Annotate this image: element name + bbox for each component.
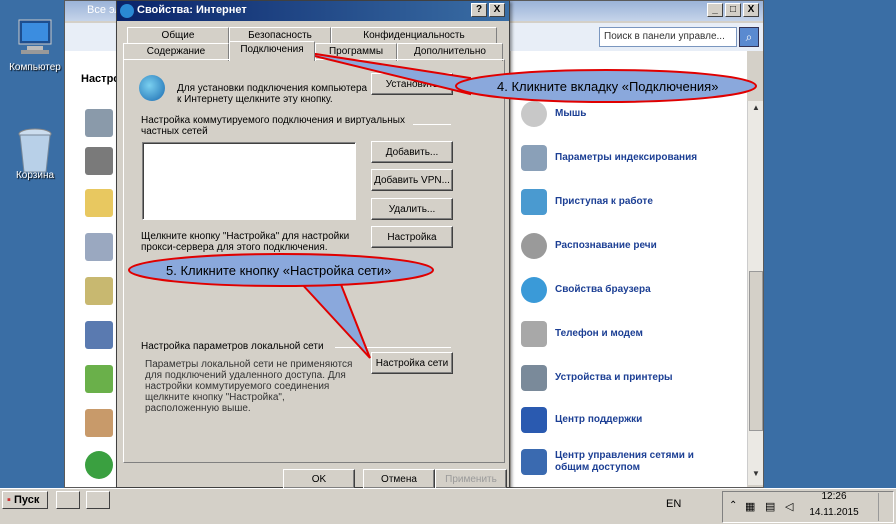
search-icon[interactable]: ⌕	[739, 27, 759, 47]
computer-icon	[13, 18, 57, 58]
microphone-icon	[521, 233, 547, 259]
vertical-scrollbar[interactable]: ▲ ▼	[747, 101, 763, 485]
cp-item-indexing[interactable]: Параметры индексирования	[521, 145, 697, 171]
connections-list[interactable]	[142, 142, 356, 220]
indexing-icon	[521, 145, 547, 171]
flag-icon	[521, 407, 547, 433]
clock[interactable]: 12:26 14.11.2015	[800, 491, 868, 519]
lan-text-1: Параметры локальной сети не применяются	[145, 359, 353, 370]
help-button[interactable]: ?	[471, 3, 487, 17]
taskbar-app-internet-properties[interactable]	[86, 491, 110, 509]
desktop-label-recycle: Корзина	[15, 170, 55, 181]
network-label-1: Центр управления сетями и	[555, 450, 694, 461]
lan-group-line	[335, 347, 451, 348]
callout-5-text: 5. Кликните кнопку «Настройка сети»	[166, 263, 392, 278]
add-button[interactable]: Добавить...	[371, 141, 453, 163]
dialog-close-button[interactable]: X	[489, 3, 505, 17]
dialup-label-2: частных сетей	[141, 126, 208, 137]
lan-settings-button[interactable]: Настройка сети	[371, 352, 453, 374]
lan-text-3: настройки коммутируемого соединения	[145, 381, 330, 392]
globe-icon	[521, 277, 547, 303]
folder-icon[interactable]	[85, 189, 113, 217]
delete-button[interactable]: Удалить...	[371, 198, 453, 220]
setup-text-2: к Интернету щелкните эту кнопку.	[177, 94, 333, 105]
left-pane-label: Настро	[81, 73, 121, 85]
admin-tools-icon[interactable]	[85, 233, 113, 261]
color-icon[interactable]	[85, 365, 113, 393]
desktop-icon-computer[interactable]: Компьютер	[0, 18, 70, 73]
minimize-button[interactable]: _	[707, 3, 723, 17]
scroll-thumb[interactable]	[749, 271, 763, 431]
ok-button[interactable]: OK	[283, 469, 355, 489]
server-icon[interactable]	[85, 147, 113, 175]
maximize-button[interactable]: □	[725, 3, 741, 17]
tab-connections[interactable]: Подключения	[229, 41, 315, 61]
lan-text-2: для подключений удаленного доступа. Для	[145, 370, 346, 381]
show-desktop-button[interactable]	[878, 493, 892, 521]
lan-text-5: расположенную выше.	[145, 403, 251, 414]
apply-button: Применить	[435, 469, 507, 489]
users-icon[interactable]	[85, 409, 113, 437]
cp-item-network[interactable]: Центр управления сетями и общим доступом	[521, 449, 694, 475]
clock-time: 12:26	[821, 491, 847, 502]
internet-properties-dialog: Свойства: Интернет ? X Общие Безопасност…	[116, 0, 510, 489]
setup-text-1: Для установки подключения компьютера	[177, 83, 368, 94]
proxy-text-2: прокси-сервера для этого подключения.	[141, 242, 328, 253]
lan-group-label: Настройка параметров локальной сети	[141, 341, 324, 352]
cp-item-phone[interactable]: Телефон и модем	[521, 321, 643, 347]
dialog-title: Свойства: Интернет	[137, 4, 247, 16]
start-button[interactable]: ▪ Пуск	[2, 491, 48, 509]
getting-started-icon	[521, 189, 547, 215]
keyboard-icon[interactable]	[85, 109, 113, 137]
cp-item-speech[interactable]: Распознавание речи	[521, 233, 657, 259]
proxy-text-1: Щелкните кнопку "Настройка" для настройк…	[141, 231, 350, 242]
items-pane: Мышь Параметры индексирования Приступая …	[511, 51, 747, 487]
programs-icon[interactable]	[85, 277, 113, 305]
dialog-titlebar: Свойства: Интернет ? X	[117, 1, 509, 21]
desktop-label-computer: Компьютер	[9, 62, 61, 73]
settings-button[interactable]: Настройка	[371, 226, 453, 248]
language-indicator[interactable]: EN	[666, 498, 681, 510]
cancel-button[interactable]: Отмена	[363, 469, 435, 489]
close-button[interactable]: X	[743, 3, 759, 17]
scroll-down-icon[interactable]: ▼	[750, 469, 762, 481]
cp-item-devices[interactable]: Устройства и принтеры	[521, 365, 673, 391]
cp-item-browser[interactable]: Свойства браузера	[521, 277, 651, 303]
recycle-bin-icon	[13, 126, 57, 173]
internet-icon	[120, 4, 134, 18]
cp-item-mouse[interactable]: Мышь	[521, 101, 586, 127]
action-center-icon[interactable]: ▦	[745, 500, 755, 513]
connection-wizard-icon	[139, 75, 165, 101]
desktop-icon-recycle[interactable]: Корзина	[0, 126, 70, 181]
lan-text-4: щелкните кнопку "Настройка",	[145, 392, 285, 403]
display-icon[interactable]	[85, 321, 113, 349]
network-tray-icon[interactable]: ▤	[765, 500, 775, 513]
scroll-up-icon[interactable]: ▲	[750, 103, 762, 115]
mouse-icon	[521, 101, 547, 127]
volume-icon[interactable]: ◁	[785, 500, 793, 513]
dialup-label-1: Настройка коммутируемого подключения и в…	[141, 115, 405, 126]
start-label: Пуск	[13, 494, 40, 506]
clock-date: 14.11.2015	[809, 507, 859, 518]
search-input[interactable]: Поиск в панели управле...	[599, 27, 737, 47]
windows-logo-icon: ▪	[7, 494, 11, 506]
left-pane: Настро	[65, 51, 121, 487]
sync-icon[interactable]	[85, 451, 113, 479]
network-label-2: общим доступом	[555, 462, 641, 473]
tray-expand-icon[interactable]: ⌃	[729, 500, 737, 511]
printer-icon	[521, 365, 547, 391]
callout-4-text: 4. Кликните вкладку «Подключения»	[497, 79, 719, 94]
dialup-group-line	[413, 124, 451, 125]
install-button[interactable]: Установить	[371, 73, 453, 95]
add-vpn-button[interactable]: Добавить VPN...	[371, 169, 453, 191]
network-icon	[521, 449, 547, 475]
taskbar: ▪ Пуск EN ⌃ ▦ ▤ ◁ 12:26 14.11.2015	[0, 488, 896, 524]
taskbar-app-control-panel[interactable]	[56, 491, 80, 509]
phone-icon	[521, 321, 547, 347]
cp-item-support[interactable]: Центр поддержки	[521, 407, 642, 433]
cp-item-getting-started[interactable]: Приступая к работе	[521, 189, 653, 215]
